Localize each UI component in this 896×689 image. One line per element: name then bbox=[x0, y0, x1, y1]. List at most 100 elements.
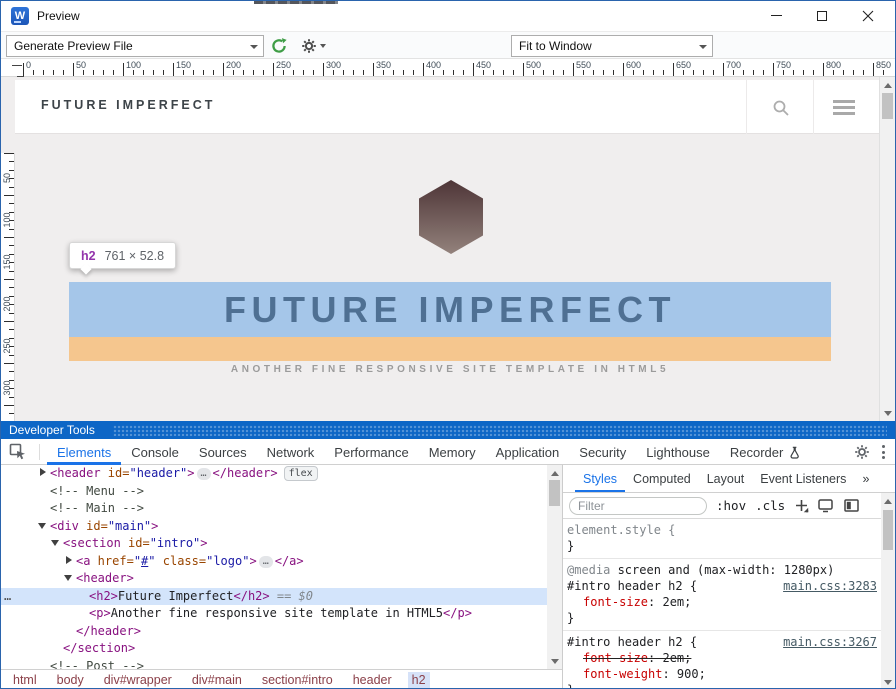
breadcrumb-item-div-wrapper[interactable]: div#wrapper bbox=[100, 672, 176, 688]
devtools-menu-icon[interactable] bbox=[880, 443, 887, 461]
collapsed-content-icon[interactable]: … bbox=[259, 556, 273, 568]
tab-console[interactable]: Console bbox=[121, 439, 189, 465]
css-rule-line[interactable]: font-size: 2em; bbox=[567, 650, 877, 666]
scroll-up-icon[interactable] bbox=[880, 77, 895, 93]
site-logo[interactable]: FUTURE IMPERFECT bbox=[41, 98, 215, 112]
flex-badge[interactable]: flex bbox=[284, 466, 318, 481]
menu-icon[interactable] bbox=[833, 100, 855, 118]
dom-tree-row[interactable]: <!-- Main --> bbox=[1, 500, 547, 518]
ruler-tick bbox=[213, 70, 214, 75]
collapse-arrow-icon[interactable] bbox=[38, 520, 50, 530]
breadcrumb-item-html[interactable]: html bbox=[9, 672, 41, 688]
dom-tree-row[interactable]: <!-- Post --> bbox=[1, 658, 547, 670]
css-rule-line[interactable]: @media screen and (max-width: 1280px) bbox=[567, 562, 877, 578]
css-rule-line[interactable]: font-size: 2em; bbox=[567, 594, 877, 610]
css-rule-line[interactable]: } bbox=[567, 538, 877, 554]
dom-tree-row[interactable]: <div id="main"> bbox=[1, 518, 547, 536]
code-token: element.style { bbox=[567, 523, 675, 537]
site-subtitle: ANOTHER FINE RESPONSIVE SITE TEMPLATE IN… bbox=[69, 364, 831, 375]
scroll-down-icon[interactable] bbox=[880, 405, 895, 421]
scrollbar-thumb[interactable] bbox=[883, 510, 893, 550]
scrollbar-thumb[interactable] bbox=[882, 93, 893, 119]
stylesheet-source-link[interactable]: main.css:3283 bbox=[771, 578, 877, 594]
tab-memory[interactable]: Memory bbox=[419, 439, 486, 465]
css-text: @media screen and (max-width: 1280px) bbox=[567, 562, 834, 578]
stylesheet-source-link[interactable]: main.css:3267 bbox=[771, 634, 877, 650]
search-icon[interactable] bbox=[772, 99, 790, 117]
dom-tree-row[interactable]: …<h2>Future Imperfect</h2> == $0 bbox=[1, 588, 547, 606]
toggle-hover-state-button[interactable]: :hov bbox=[716, 498, 746, 513]
toggle-class-button[interactable]: .cls bbox=[755, 498, 785, 513]
tab-application[interactable]: Application bbox=[486, 439, 570, 465]
site-hexagon-logo[interactable] bbox=[419, 180, 483, 254]
header-separator bbox=[813, 80, 814, 134]
maximize-button[interactable] bbox=[799, 1, 845, 30]
zoom-combobox[interactable]: Fit to Window bbox=[511, 35, 713, 57]
sidebar-tab-styles[interactable]: Styles bbox=[575, 465, 625, 492]
minimize-button[interactable] bbox=[753, 1, 799, 30]
css-rule-line[interactable]: #intro header h2 {main.css:3283 bbox=[567, 578, 877, 594]
devtools-titlebar[interactable]: Developer Tools bbox=[1, 421, 895, 439]
expand-arrow-icon[interactable] bbox=[38, 467, 50, 477]
dom-tree-row[interactable]: <a href="#" class="logo">…</a> bbox=[1, 553, 547, 571]
tab-performance[interactable]: Performance bbox=[324, 439, 418, 465]
ruler-tick bbox=[663, 70, 664, 75]
sidebar-tab-computed[interactable]: Computed bbox=[625, 465, 699, 492]
dom-tree-row[interactable]: <p>Another fine responsive site template… bbox=[1, 605, 547, 623]
dom-tree-row[interactable]: </section> bbox=[1, 640, 547, 658]
scroll-down-icon[interactable] bbox=[547, 653, 562, 669]
breadcrumb-item-body[interactable]: body bbox=[53, 672, 88, 688]
css-rule-line[interactable]: } bbox=[567, 610, 877, 626]
ruler-tick bbox=[363, 70, 364, 75]
sidebar-layout-icon[interactable] bbox=[844, 499, 860, 513]
rendering-emulation-icon[interactable] bbox=[818, 498, 835, 513]
sidebar-tab-event-listeners[interactable]: Event Listeners bbox=[752, 465, 854, 492]
ruler-tick bbox=[453, 70, 454, 75]
tab-network[interactable]: Network bbox=[257, 439, 325, 465]
ruler-label: 200 bbox=[2, 289, 12, 319]
scroll-up-icon[interactable] bbox=[881, 493, 895, 509]
dom-tree-row[interactable]: <header> bbox=[1, 570, 547, 588]
breadcrumb-item-h2[interactable]: h2 bbox=[408, 672, 430, 688]
tab-recorder[interactable]: Recorder bbox=[720, 439, 811, 465]
dom-tree-row[interactable]: <section id="intro"> bbox=[1, 535, 547, 553]
breadcrumb-item-section-intro[interactable]: section#intro bbox=[258, 672, 337, 688]
devtools-settings-icon[interactable] bbox=[854, 444, 870, 460]
collapse-arrow-icon[interactable] bbox=[64, 572, 76, 582]
scroll-up-icon[interactable] bbox=[547, 465, 562, 481]
refresh-button[interactable] bbox=[270, 37, 288, 60]
breadcrumb-item-div-main[interactable]: div#main bbox=[188, 672, 246, 688]
tab-lighthouse[interactable]: Lighthouse bbox=[636, 439, 720, 465]
new-style-rule-button[interactable] bbox=[794, 498, 809, 513]
dom-tree-row[interactable]: <!-- Menu --> bbox=[1, 483, 547, 501]
tab-elements[interactable]: Elements bbox=[47, 439, 121, 465]
tab-security[interactable]: Security bbox=[569, 439, 636, 465]
styles-scrollbar[interactable] bbox=[881, 493, 895, 689]
ruler-tick bbox=[4, 363, 14, 364]
sidebar-tab-more[interactable]: » bbox=[854, 465, 877, 492]
styles-filter-input[interactable] bbox=[569, 497, 707, 515]
tab-sources[interactable]: Sources bbox=[189, 439, 257, 465]
tabstrip-separator bbox=[39, 444, 40, 460]
row-actions-icon[interactable]: … bbox=[4, 588, 10, 606]
elements-scrollbar[interactable] bbox=[547, 465, 562, 669]
inspect-element-icon[interactable] bbox=[9, 443, 27, 461]
dom-tree-row[interactable]: </header> bbox=[1, 623, 547, 641]
dom-tree-row[interactable]: <header id="header">…</header>flex bbox=[1, 465, 547, 483]
settings-button[interactable] bbox=[301, 38, 326, 54]
css-rule-line[interactable]: } bbox=[567, 682, 877, 689]
collapse-arrow-icon[interactable] bbox=[51, 537, 63, 547]
css-rule-line[interactable]: font-weight: 900; bbox=[567, 666, 877, 682]
generate-preview-combobox[interactable]: Generate Preview File bbox=[6, 35, 264, 57]
breadcrumb-item-header[interactable]: header bbox=[349, 672, 396, 688]
expand-arrow-icon[interactable] bbox=[64, 555, 76, 565]
close-button[interactable] bbox=[845, 1, 891, 30]
scroll-down-icon[interactable] bbox=[881, 674, 895, 689]
preview-scrollbar[interactable] bbox=[879, 77, 895, 421]
css-text: element.style { bbox=[567, 522, 675, 538]
css-rule-line[interactable]: element.style { bbox=[567, 522, 877, 538]
collapsed-content-icon[interactable]: … bbox=[197, 468, 211, 480]
sidebar-tab-layout[interactable]: Layout bbox=[699, 465, 753, 492]
css-rule-line[interactable]: #intro header h2 {main.css:3267 bbox=[567, 634, 877, 650]
scrollbar-thumb[interactable] bbox=[549, 480, 560, 506]
